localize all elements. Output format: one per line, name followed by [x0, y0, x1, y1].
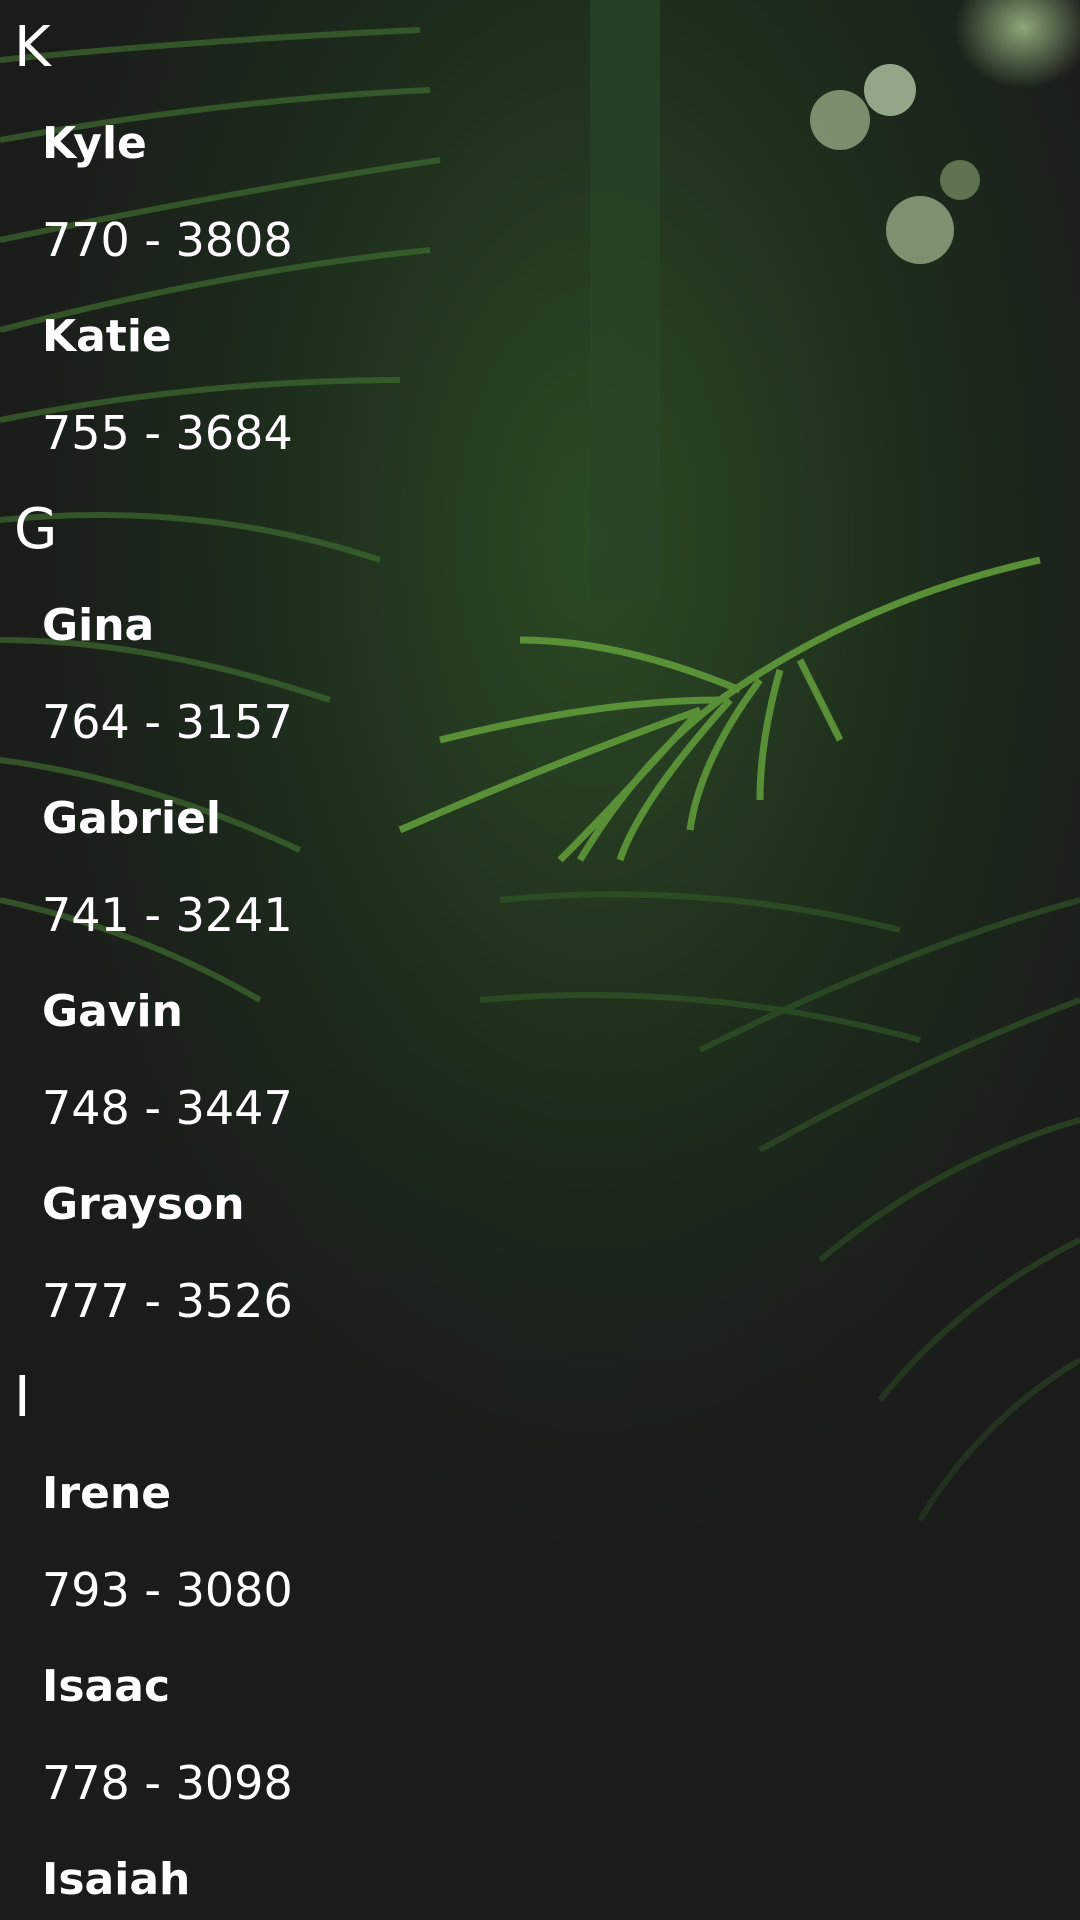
- contact-item[interactable]: Isaiah: [0, 1832, 1080, 1920]
- contact-phone: 755 - 3684: [42, 406, 293, 460]
- contact-phone: 770 - 3808: [42, 213, 293, 267]
- contact-name: Isaac: [42, 1661, 171, 1712]
- contact-phone: 748 - 3447: [42, 1081, 293, 1135]
- section-i: I Irene 793 - 3080 Isaac 778 - 3098 Isai…: [0, 1350, 1080, 1920]
- contact-name: Irene: [42, 1468, 172, 1519]
- contact-phone: 777 - 3526: [42, 1274, 293, 1328]
- section-header-letter: I: [14, 1365, 31, 1430]
- contact-phone: 778 - 3098: [42, 1756, 293, 1810]
- contact-name: Katie: [42, 311, 172, 362]
- section-g: G Gina 764 - 3157 Gabriel 741 - 3241 Gav…: [0, 482, 1080, 1350]
- section-k: K Kyle 770 - 3808 Katie 755 - 3684: [0, 0, 1080, 482]
- contact-name: Grayson: [42, 1179, 245, 1230]
- contact-phone: 793 - 3080: [42, 1563, 293, 1617]
- section-header-letter: G: [14, 497, 58, 562]
- contact-item[interactable]: Gina 764 - 3157: [0, 578, 1080, 771]
- contact-name: Gina: [42, 600, 155, 651]
- contact-name: Gabriel: [42, 793, 222, 844]
- contact-phone: 764 - 3157: [42, 695, 293, 749]
- contact-item[interactable]: Isaac 778 - 3098: [0, 1639, 1080, 1832]
- contact-item[interactable]: Katie 755 - 3684: [0, 289, 1080, 482]
- contact-phone: 741 - 3241: [42, 888, 293, 942]
- contact-item[interactable]: Gabriel 741 - 3241: [0, 771, 1080, 964]
- contact-item[interactable]: Irene 793 - 3080: [0, 1446, 1080, 1639]
- contact-item[interactable]: Gavin 748 - 3447: [0, 964, 1080, 1157]
- section-header-letter: K: [14, 15, 51, 80]
- contact-name: Gavin: [42, 986, 183, 1037]
- contact-item[interactable]: Grayson 777 - 3526: [0, 1157, 1080, 1350]
- contact-name: Kyle: [42, 118, 147, 169]
- contact-item[interactable]: Kyle 770 - 3808: [0, 96, 1080, 289]
- contact-name: Isaiah: [42, 1854, 191, 1905]
- contact-list: K Kyle 770 - 3808 Katie 755 - 3684 G Gin…: [0, 0, 1080, 1920]
- contacts-screen: K Kyle 770 - 3808 Katie 755 - 3684 G Gin…: [0, 0, 1080, 1920]
